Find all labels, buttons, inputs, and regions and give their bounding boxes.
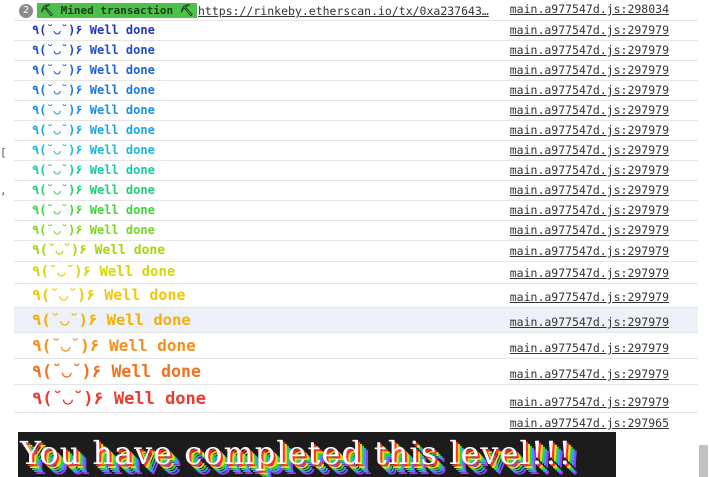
well-done-message: ٩(˘◡˘)۶ Well done [32,43,155,57]
console-log-row: ٩(˘◡˘)۶ Well done main.a977547d.js:297979 [14,101,698,121]
well-done-message: ٩(˘◡˘)۶ Well done [32,286,186,304]
well-done-message: ٩(˘◡˘)۶ Well done [32,63,155,77]
source-link[interactable]: main.a977547d.js:297979 [510,203,669,217]
well-done-message: ٩(˘◡˘)۶ Well done [32,83,155,97]
well-done-message: ٩(˘◡˘)۶ Well done [32,243,166,258]
console-log-row: ٩(˘◡˘)۶ Well done main.a977547d.js:297979 [14,161,698,181]
well-done-message: ٩(˘◡˘)۶ Well done [32,264,176,280]
repeat-count-badge: 2 [19,4,33,18]
source-link[interactable]: main.a977547d.js:298034 [510,2,669,16]
console-log-row: ٩(˘◡˘)۶ Well done main.a977547d.js:297979 [14,21,698,41]
console-scrollbar[interactable] [698,0,710,477]
mined-transaction-label: ⛏ Mined transaction ⛏ [37,3,197,18]
source-link[interactable]: main.a977547d.js:297979 [510,223,669,237]
well-done-message: ٩(˘◡˘)۶ Well done [32,23,155,37]
source-link[interactable]: main.a977547d.js:297979 [510,183,669,197]
console-log-row: ٩(˘◡˘)۶ Well done main.a977547d.js:297979 [14,41,698,61]
well-done-message: ٩(˘◡˘)۶ Well done [32,362,201,381]
console-log-list: 2 ⛏ Mined transaction ⛏ https://rinkeby.… [14,0,698,477]
source-link[interactable]: main.a977547d.js:297979 [510,315,669,329]
well-done-message: ٩(˘◡˘)۶ Well done [32,123,155,137]
source-link[interactable]: main.a977547d.js:297979 [510,123,669,137]
gutter-comma-mark: , [0,184,7,197]
well-done-message: ٩(˘◡˘)۶ Well done [32,336,196,355]
well-done-message: ٩(˘◡˘)۶ Well done [32,183,155,197]
source-link[interactable]: main.a977547d.js:297979 [510,266,669,280]
well-done-message: ٩(˘◡˘)۶ Well done [32,389,207,409]
source-link[interactable]: main.a977547d.js:297979 [510,83,669,97]
source-link[interactable]: main.a977547d.js:297979 [510,103,669,117]
source-link[interactable]: main.a977547d.js:297979 [510,43,669,57]
console-log-row: ٩(˘◡˘)۶ Well done main.a977547d.js:297979 [14,141,698,161]
well-done-message: ٩(˘◡˘)۶ Well done [32,103,155,117]
console-log-row: ٩(˘◡˘)۶ Well done main.a977547d.js:297979 [14,61,698,81]
well-done-message: ٩(˘◡˘)۶ Well done [32,143,155,157]
well-done-message: ٩(˘◡˘)۶ Well done [32,163,155,177]
source-link[interactable]: main.a977547d.js:297979 [510,290,669,304]
level-complete-text: You have completed this level!!! [20,434,573,472]
source-link[interactable]: main.a977547d.js:297979 [510,63,669,77]
scrollbar-thumb[interactable] [699,445,708,477]
console-row-final: main.a977547d.js:297965 [14,413,698,433]
source-link[interactable]: main.a977547d.js:297979 [510,143,669,157]
console-log-row: ٩(˘◡˘)۶ Well done main.a977547d.js:297979 [14,241,698,262]
console-log-row: ٩(˘◡˘)۶ Well done main.a977547d.js:297979 [14,385,698,413]
console-log-row: ٩(˘◡˘)۶ Well done main.a977547d.js:297979 [14,359,698,385]
console-log-row: ٩(˘◡˘)۶ Well done main.a977547d.js:297979 [14,284,698,308]
console-log-row: ٩(˘◡˘)۶ Well done main.a977547d.js:297979 [14,308,698,333]
console-log-row: ٩(˘◡˘)۶ Well done main.a977547d.js:297979 [14,81,698,101]
console-log-row: ٩(˘◡˘)۶ Well done main.a977547d.js:297979 [14,333,698,359]
left-gutter: [ , [0,0,14,477]
gutter-bracket-mark: [ [0,146,7,159]
source-link[interactable]: main.a977547d.js:297965 [510,416,669,430]
console-log-row: ٩(˘◡˘)۶ Well done main.a977547d.js:297979 [14,201,698,221]
source-link[interactable]: main.a977547d.js:297979 [510,395,669,409]
source-link[interactable]: main.a977547d.js:297979 [510,23,669,37]
console-log-row: ٩(˘◡˘)۶ Well done main.a977547d.js:297979 [14,221,698,241]
etherscan-tx-link[interactable]: https://rinkeby.etherscan.io/tx/0xa23764… [198,4,489,18]
console-log-row: ٩(˘◡˘)۶ Well done main.a977547d.js:297979 [14,121,698,141]
source-link[interactable]: main.a977547d.js:297979 [510,341,669,355]
source-link[interactable]: main.a977547d.js:297979 [510,163,669,177]
source-link[interactable]: main.a977547d.js:297979 [510,367,669,381]
well-done-message: ٩(˘◡˘)۶ Well done [32,203,155,217]
level-complete-banner: You have completed this level!!! [18,432,616,477]
well-done-message: ٩(˘◡˘)۶ Well done [32,311,191,329]
well-done-message: ٩(˘◡˘)۶ Well done [32,223,155,237]
console-log-row: ٩(˘◡˘)۶ Well done main.a977547d.js:297979 [14,181,698,201]
source-link[interactable]: main.a977547d.js:297979 [510,244,669,258]
console-log-row: ٩(˘◡˘)۶ Well done main.a977547d.js:297979 [14,262,698,284]
console-row-mined-transaction: 2 ⛏ Mined transaction ⛏ https://rinkeby.… [14,0,698,21]
